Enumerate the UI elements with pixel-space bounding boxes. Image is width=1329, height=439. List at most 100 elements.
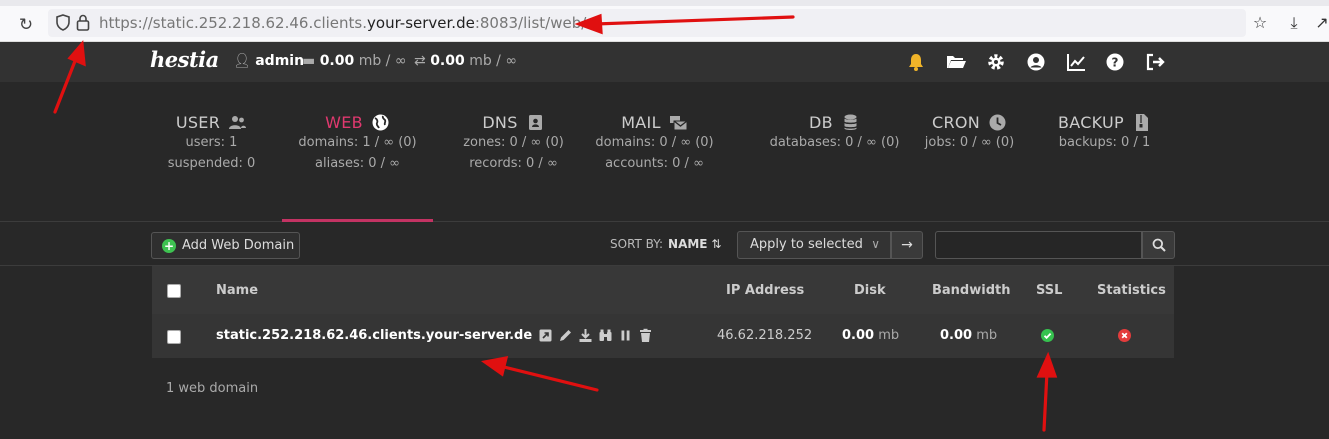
tab-user[interactable]: USER users: 1 suspended: 0 (141, 82, 282, 222)
row-checkbox[interactable] (167, 330, 181, 344)
tab-user-title: USER (175, 113, 221, 132)
hestia-logo[interactable]: hestia (150, 47, 219, 72)
sort-by-control[interactable]: SORT BY: NAME ⇅ (610, 237, 721, 251)
bookmark-star-icon[interactable]: ☆ (1250, 13, 1270, 33)
chevron-down-icon: ∨ (871, 237, 880, 251)
tab-db[interactable]: DB databases: 0 / ∞ (0) (749, 82, 920, 222)
mail-domains-count: domains: 0 / ∞ (0) (595, 135, 714, 150)
address-book-icon (528, 115, 542, 130)
transfer-arrows-icon: ⇄ (414, 53, 426, 69)
user-icon: 👤︎ (233, 53, 251, 69)
list-toolbar: + Add Web Domain SORT BY: NAME ⇅ Apply to… (0, 222, 1329, 266)
arrow-right-icon: → (901, 237, 913, 253)
tab-cron[interactable]: CRON jobs: 0 / ∞ (0) (899, 82, 1040, 222)
add-web-domain-label: Add Web Domain (182, 238, 295, 253)
shield-icon (56, 14, 70, 31)
ip-address-value: 46.62.218.252 (717, 328, 813, 343)
annotation-arrow-domain (480, 355, 599, 392)
ssl-enabled-icon (1041, 329, 1054, 342)
users-icon (229, 116, 247, 129)
plus-circle-icon: + (162, 238, 176, 253)
column-header-ip: IP Address (726, 283, 805, 298)
column-header-ssl: SSL (1036, 283, 1063, 298)
table-header: Name IP Address Disk Bandwidth SSL Stati… (152, 266, 1174, 314)
column-header-bandwidth: Bandwidth (932, 283, 1011, 298)
browser-toolbar: ↻ https://static.252.218.62.46.clients.y… (0, 0, 1329, 42)
lock-icon (76, 14, 90, 31)
download-icon[interactable]: ⤓ (1284, 13, 1304, 33)
tab-strip (0, 0, 1329, 6)
tab-backup-title: BACKUP (1057, 113, 1125, 132)
zones-count: zones: 0 / ∞ (0) (463, 135, 564, 150)
column-header-name[interactable]: Name (216, 283, 258, 298)
tab-mail-title: MAIL (621, 113, 661, 132)
help-icon[interactable]: ? (1104, 51, 1126, 73)
user-circle-icon[interactable] (1025, 51, 1047, 73)
tab-dns-title: DNS (482, 113, 518, 132)
gear-icon[interactable] (985, 51, 1007, 73)
bandwidth-usage: ⇄ 0.00 mb / ∞ (414, 53, 517, 69)
domain-count-footer: 1 web domain (166, 381, 259, 396)
user-indicator[interactable]: 👤︎ admin (233, 53, 304, 69)
tab-db-title: DB (809, 113, 833, 132)
jobs-count: jobs: 0 / ∞ (0) (924, 135, 1015, 150)
svg-text:?: ? (1112, 56, 1119, 70)
binoculars-icon[interactable] (598, 328, 613, 343)
extensions-icon[interactable]: ↗ (1312, 13, 1329, 33)
search-input[interactable] (935, 231, 1142, 259)
sort-by-value: NAME (668, 237, 708, 251)
databases-count: databases: 0 / ∞ (0) (769, 135, 900, 150)
users-count: users: 1 (185, 135, 238, 150)
row-actions (538, 328, 653, 343)
bell-icon[interactable] (905, 51, 927, 73)
disk-usage: ▬ 0.00 mb / ∞ (302, 53, 407, 69)
domain-name-link[interactable]: static.252.218.62.46.clients.your-server… (216, 328, 532, 343)
tab-cron-title: CRON (931, 113, 981, 132)
accounts-count: accounts: 0 / ∞ (605, 156, 704, 171)
apply-arrow-button[interactable]: → (891, 231, 923, 259)
bandwidth-value: 0.00 mb (940, 328, 998, 343)
edit-pencil-icon[interactable] (558, 328, 573, 343)
column-header-statistics: Statistics (1097, 283, 1166, 298)
sort-arrows-icon: ⇅ (711, 237, 722, 251)
folder-open-icon[interactable] (945, 51, 967, 73)
column-header-disk: Disk (854, 283, 886, 298)
download-icon[interactable] (578, 328, 593, 343)
tab-dns[interactable]: DNS zones: 0 / ∞ (0) records: 0 / ∞ (443, 82, 584, 222)
select-all-checkbox[interactable] (167, 284, 181, 298)
mail-bulk-icon (669, 116, 688, 131)
chart-line-icon[interactable] (1065, 51, 1087, 73)
pause-icon[interactable] (618, 328, 633, 343)
add-web-domain-button[interactable]: + Add Web Domain (151, 232, 300, 259)
disk-value: 0.00 mb (842, 328, 900, 343)
hard-drive-icon: ▬ (302, 53, 316, 69)
tab-web[interactable]: WEB domains: 1 / ∞ (0) aliases: 0 / ∞ (282, 82, 433, 223)
search-button[interactable] (1142, 231, 1175, 259)
sort-by-label: SORT BY: (610, 237, 664, 251)
bulk-action-select[interactable]: Apply to selected ∨ (737, 231, 891, 259)
overview-panel: USER users: 1 suspended: 0 WEB domains: … (0, 82, 1329, 223)
suspended-count: suspended: 0 (167, 156, 256, 171)
tab-web-title: WEB (325, 113, 363, 132)
reload-icon[interactable]: ↻ (15, 14, 37, 36)
globe-icon (372, 114, 389, 131)
table-row: static.252.218.62.46.clients.your-server… (152, 314, 1174, 358)
tab-backup[interactable]: BACKUP backups: 0 / 1 (1034, 82, 1175, 222)
backups-count: backups: 0 / 1 (1058, 135, 1151, 150)
search-icon (1152, 238, 1166, 252)
file-zip-icon (1136, 114, 1149, 131)
clock-icon (989, 114, 1006, 131)
statistics-disabled-icon (1118, 329, 1131, 342)
trash-icon[interactable] (638, 328, 653, 343)
top-bar: hestia 👤︎ admin ▬ 0.00 mb / ∞ ⇄ 0.00 mb … (0, 42, 1329, 82)
records-count: records: 0 / ∞ (469, 156, 558, 171)
aliases-count: aliases: 0 / ∞ (315, 156, 400, 171)
annotation-arrow-ssl (1036, 351, 1058, 432)
database-icon (844, 114, 857, 130)
address-bar[interactable]: https://static.252.218.62.46.clients.you… (48, 9, 1246, 37)
url-text: https://static.252.218.62.46.clients.you… (99, 14, 587, 32)
tab-mail[interactable]: MAIL domains: 0 / ∞ (0) accounts: 0 / ∞ (584, 82, 725, 222)
domains-count: domains: 1 / ∞ (0) (298, 135, 417, 150)
external-link-icon[interactable] (538, 328, 553, 343)
logout-icon[interactable] (1144, 51, 1166, 73)
